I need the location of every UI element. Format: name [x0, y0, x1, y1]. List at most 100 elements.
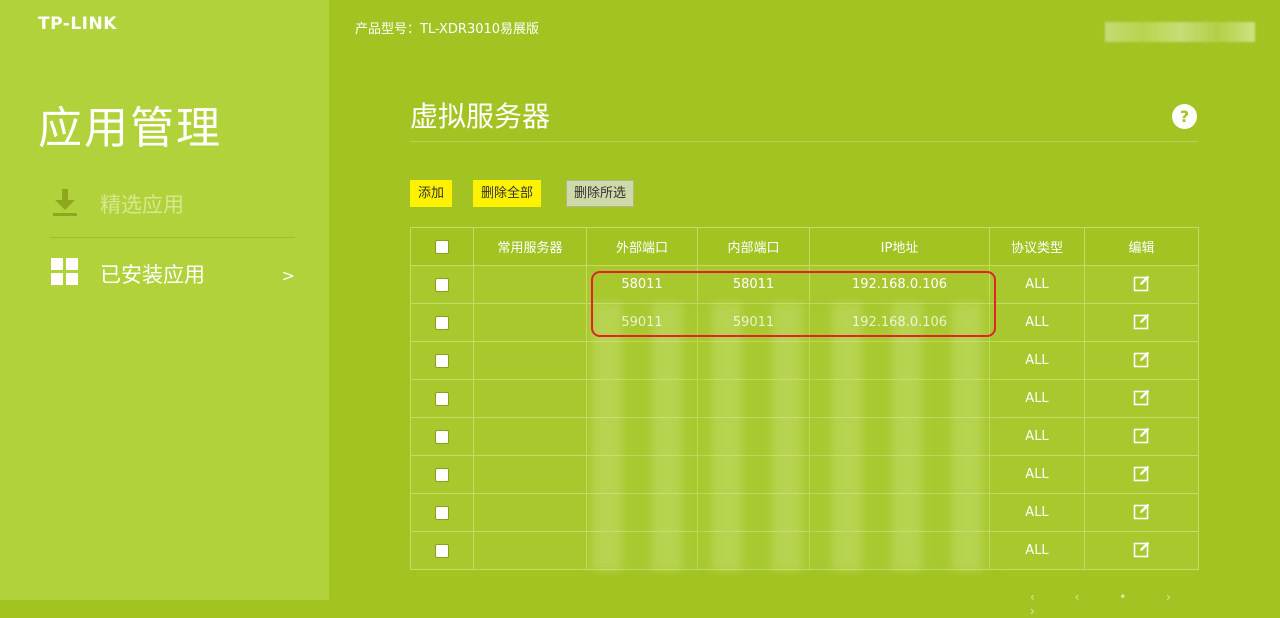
model-label: 产品型号：TL-XDR3010易展版 [355, 22, 540, 37]
column-header-external-port: 外部端口 [586, 227, 698, 266]
column-header-protocol: 协议类型 [989, 227, 1085, 266]
external-port-cell: 59011 [586, 303, 698, 342]
protocol-cell: ALL [989, 531, 1085, 570]
brand-logo: TP-LINK [38, 14, 117, 34]
service-cell [473, 531, 587, 570]
internal-port-cell [697, 455, 810, 494]
edit-cell [1084, 493, 1199, 532]
edit-icon[interactable] [1133, 388, 1151, 410]
edit-cell [1084, 531, 1199, 570]
external-port-cell [586, 455, 698, 494]
external-port-cell [586, 493, 698, 532]
ip-address-cell: 192.168.0.106 [809, 303, 990, 342]
column-header-ip-address: IP地址 [809, 227, 990, 266]
chevron-right-icon: > [281, 266, 295, 285]
ip-address-cell [809, 531, 990, 570]
internal-port-cell [697, 531, 810, 570]
edit-cell [1084, 455, 1199, 494]
delete-all-button[interactable]: 删除全部 [473, 180, 542, 207]
table-row: ALL [410, 455, 1199, 494]
sidebar-title: 应用管理 [38, 103, 222, 154]
edit-icon[interactable] [1133, 350, 1151, 372]
row-checkbox[interactable] [435, 505, 449, 520]
service-cell [473, 493, 587, 532]
sidebar-item-label: 精选应用 [100, 193, 184, 217]
row-select-cell [410, 417, 474, 456]
table-header-row: 常用服务器 外部端口 内部端口 IP地址 协议类型 编辑 [410, 227, 1199, 266]
add-button[interactable]: 添加 [410, 180, 453, 207]
table-row: ALL [410, 531, 1199, 570]
external-port-cell [586, 417, 698, 456]
row-checkbox[interactable] [435, 277, 449, 292]
external-port-cell [586, 341, 698, 380]
edit-icon[interactable] [1133, 426, 1151, 448]
sidebar: TP-LINK 应用管理 精选应用 已安装应用 > [0, 0, 329, 600]
service-cell [473, 341, 587, 380]
virtual-server-table: 常用服务器 外部端口 内部端口 IP地址 协议类型 编辑 58011 58011 1… [410, 227, 1199, 570]
row-checkbox[interactable] [435, 391, 449, 406]
table-row: 58011 58011 192.168.0.106 ALL [410, 265, 1199, 304]
row-checkbox[interactable] [435, 315, 449, 330]
row-checkbox[interactable] [435, 353, 449, 368]
external-port-cell [586, 531, 698, 570]
edit-cell [1084, 265, 1199, 304]
protocol-cell: ALL [989, 493, 1085, 532]
external-port-cell [586, 379, 698, 418]
row-select-cell [410, 303, 474, 342]
service-cell [473, 417, 587, 456]
help-icon[interactable]: ? [1172, 104, 1197, 129]
edit-icon[interactable] [1133, 540, 1151, 562]
column-header-internal-port: 内部端口 [697, 227, 810, 266]
ip-address-cell [809, 379, 990, 418]
row-select-cell [410, 265, 474, 304]
table-row: ALL [410, 379, 1199, 418]
protocol-cell: ALL [989, 379, 1085, 418]
title-divider [410, 141, 1198, 142]
table-row: 59011 59011 192.168.0.106 ALL [410, 303, 1199, 342]
edit-cell [1084, 379, 1199, 418]
edit-cell [1084, 303, 1199, 342]
ip-address-cell: 192.168.0.106 [809, 265, 990, 304]
select-all-checkbox[interactable] [435, 239, 449, 254]
edit-icon[interactable] [1133, 502, 1151, 524]
protocol-cell: ALL [989, 417, 1085, 456]
protocol-cell: ALL [989, 455, 1085, 494]
edit-icon[interactable] [1133, 312, 1151, 334]
internal-port-cell [697, 341, 810, 380]
protocol-cell: ALL [989, 303, 1085, 342]
table-row: ALL [410, 341, 1199, 380]
row-select-cell [410, 531, 474, 570]
internal-port-cell: 58011 [697, 265, 810, 304]
sidebar-divider [50, 237, 295, 238]
ip-address-cell [809, 455, 990, 494]
sidebar-item-featured-apps[interactable]: 精选应用 [50, 174, 295, 234]
delete-selected-button[interactable]: 删除所选 [566, 180, 635, 207]
column-header-service: 常用服务器 [473, 227, 587, 266]
page-title: 虚拟服务器 [410, 100, 551, 133]
internal-port-cell [697, 379, 810, 418]
column-header-edit: 编辑 [1084, 227, 1199, 266]
row-select-cell [410, 455, 474, 494]
internal-port-cell [697, 493, 810, 532]
edit-icon[interactable] [1133, 464, 1151, 486]
table-row: ALL [410, 493, 1199, 532]
row-checkbox[interactable] [435, 543, 449, 558]
sidebar-item-installed-apps[interactable]: 已安装应用 > [50, 244, 295, 304]
row-checkbox[interactable] [435, 429, 449, 444]
select-all-cell [410, 227, 474, 266]
protocol-cell: ALL [989, 341, 1085, 380]
download-icon [50, 187, 80, 221]
edit-cell [1084, 341, 1199, 380]
pagination: ‹ ‹ • › › [1030, 590, 1189, 618]
account-info-redacted [1105, 22, 1255, 42]
service-cell [473, 379, 587, 418]
sidebar-item-label: 已安装应用 [100, 263, 205, 287]
service-cell [473, 303, 587, 342]
row-checkbox[interactable] [435, 467, 449, 482]
edit-cell [1084, 417, 1199, 456]
grid-icon [50, 257, 80, 291]
service-cell [473, 455, 587, 494]
internal-port-cell: 59011 [697, 303, 810, 342]
ip-address-cell [809, 493, 990, 532]
edit-icon[interactable] [1133, 274, 1151, 296]
